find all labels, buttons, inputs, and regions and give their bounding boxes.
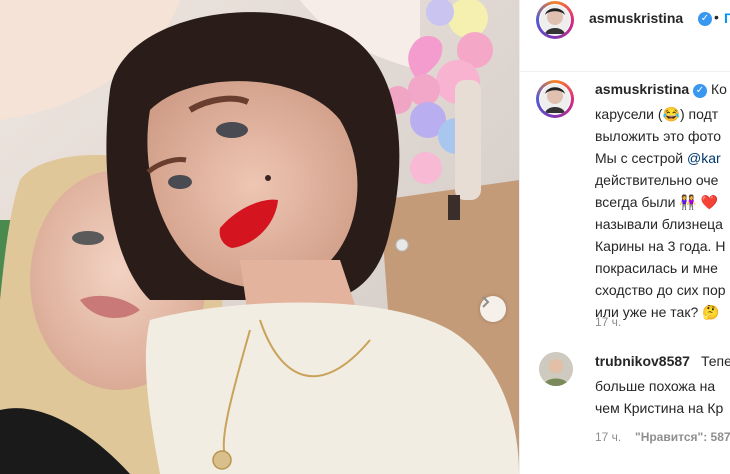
follow-button[interactable]: П	[724, 10, 730, 26]
comment-username[interactable]: trubnikov8587	[595, 353, 690, 369]
post-photo[interactable]	[0, 0, 519, 474]
separator-dot: •	[714, 9, 719, 25]
avatar[interactable]	[539, 4, 571, 36]
caption-line: всегда были 👭 ❤️	[595, 194, 719, 210]
next-photo-button[interactable]	[480, 296, 506, 322]
comment-timestamp[interactable]: 17 ч.	[595, 430, 621, 444]
caption-verified-badge-icon: ✓	[693, 84, 707, 98]
post-header: asmuskristina ✓ • П	[520, 0, 730, 72]
caption-first-line: Ко	[711, 81, 727, 97]
caption-line: покрасилась и мне	[595, 260, 718, 276]
comment-first-line: Тепе	[701, 353, 730, 369]
caption-avatar[interactable]	[539, 83, 571, 115]
caption-line: действительно оче	[595, 172, 719, 188]
comment-line: больше похожа на	[595, 378, 716, 394]
mention-link[interactable]: @kar	[687, 150, 721, 166]
post-username[interactable]: asmuskristina	[589, 10, 683, 26]
caption-line: называли близнеца	[595, 216, 723, 232]
post-side-panel: asmuskristina ✓ • П asmuskristina ✓ Ко к…	[519, 0, 730, 474]
comment-line: чем Кристина на Кр	[595, 400, 724, 416]
chevron-right-icon	[482, 296, 490, 308]
caption-line-mention: Мы с сестрой @kar	[595, 150, 721, 166]
caption-line: карусели (😂) подт	[595, 106, 719, 122]
caption-line: сходство до сих пор	[595, 282, 726, 298]
comment-avatar-image	[539, 352, 573, 386]
caption-timestamp[interactable]: 17 ч.	[595, 315, 621, 329]
verified-badge-icon: ✓	[698, 12, 712, 26]
caption-line: Карины на 3 года. Н	[595, 238, 726, 254]
avatar-image	[540, 5, 570, 35]
caption-avatar-image	[540, 84, 570, 114]
comment-avatar[interactable]	[539, 352, 573, 386]
photo-illustration	[0, 0, 519, 474]
comment-text: больше похожа на чем Кристина на Кр	[595, 375, 730, 419]
caption-text: карусели (😂) подт выложить это фото Мы с…	[595, 103, 730, 323]
caption-line: выложить это фото	[595, 128, 722, 144]
comment-likes[interactable]: "Нравится": 587	[635, 430, 730, 444]
caption-username[interactable]: asmuskristina	[595, 81, 689, 97]
